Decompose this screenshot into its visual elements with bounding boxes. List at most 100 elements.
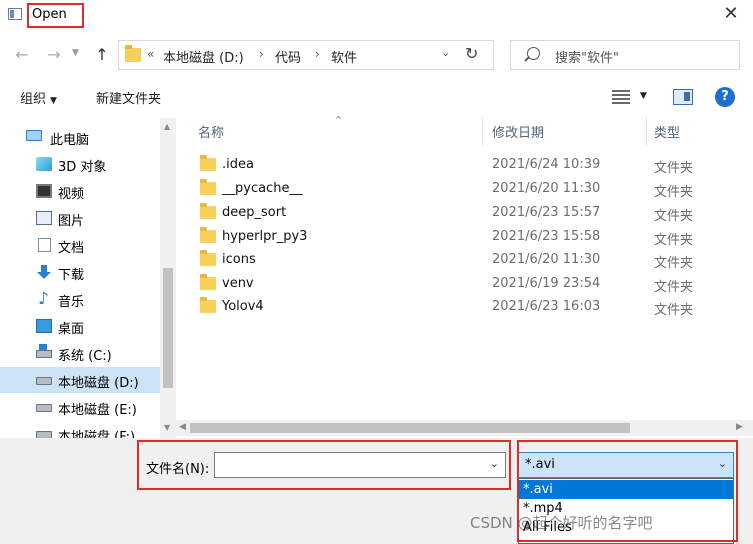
file-type: 文件夹 [654,233,694,248]
search-box[interactable]: 搜索"软件" [510,40,740,70]
back-button[interactable]: ← [12,44,32,66]
documents-icon [38,238,51,252]
filename-input[interactable]: ⌄ [214,452,506,478]
sidebar-item-pictures[interactable]: 图片 [0,205,160,231]
scroll-right-icon[interactable]: ▶ [736,422,743,432]
scroll-left-icon[interactable]: ◀ [179,422,186,432]
sidebar-item-drive-d[interactable]: 本地磁盘 (D:) [0,367,160,393]
column-divider[interactable] [646,116,647,146]
file-row[interactable]: venv 2021/6/19 23:54 文件夹 [186,272,753,296]
sidebar-item-label: 系统 (C:) [58,349,112,364]
window-app-icon [8,8,22,20]
sidebar-scroll-thumb[interactable] [163,268,173,388]
column-header-type[interactable]: 类型 [654,122,680,141]
sidebar-item-label: 图片 [58,214,85,229]
close-button[interactable]: ✕ [719,4,743,26]
file-list[interactable]: ⌃ 名称 修改日期 类型 .idea 2021/6/24 10:39 文件夹 _… [186,114,753,416]
file-date: 2021/6/23 16:03 [492,299,601,314]
scroll-up-icon[interactable]: ▲ [164,122,170,131]
sidebar-scrollbar[interactable]: ▲ ▼ [160,118,176,440]
file-name: hyperlpr_py3 [222,229,308,244]
sidebar-item-drive-c[interactable]: 系统 (C:) [0,340,160,366]
filetype-selected-value: *.avi [525,457,555,472]
preview-pane-icon[interactable] [673,89,693,105]
forward-button[interactable]: → [44,44,64,66]
download-icon [36,265,52,279]
sidebar-item-desktop[interactable]: 桌面 [0,313,160,339]
file-type: 文件夹 [654,185,694,200]
breadcrumb-separator[interactable]: › [259,47,264,61]
file-date: 2021/6/24 10:39 [492,157,601,172]
filetype-option-avi[interactable]: *.avi [519,480,733,499]
sidebar-item-3d-objects[interactable]: 3D 对象 [0,151,160,177]
filetype-dropdown-icon[interactable]: ⌄ [718,457,727,470]
search-placeholder: 搜索"软件" [555,51,619,66]
title-bar: Open ✕ [0,0,753,30]
organize-label: 组织 [20,92,47,107]
file-name: Yolov4 [222,299,264,314]
filename-dropdown-icon[interactable]: ⌄ [490,457,499,470]
column-header-name[interactable]: 名称 [198,122,224,141]
sidebar-item-videos[interactable]: 视频 [0,178,160,204]
file-date: 2021/6/20 11:30 [492,181,601,196]
file-type: 文件夹 [654,280,694,295]
file-type: 文件夹 [654,161,694,176]
file-name: icons [222,252,256,267]
address-bar[interactable]: « 本地磁盘 (D:) › 代码 › 软件 ⌄ ↻ [118,40,494,70]
file-list-horizontal-scrollbar[interactable]: ◀ ▶ [176,420,753,436]
organize-button[interactable]: 组织 ▼ [20,88,57,107]
folder-icon [200,155,216,171]
up-arrow-icon: ↑ [95,45,109,64]
column-header-date[interactable]: 修改日期 [492,122,544,141]
breadcrumb-software[interactable]: 软件 [331,47,357,66]
breadcrumb-separator[interactable]: › [315,47,320,61]
music-icon: ♪ [38,289,49,309]
sidebar-item-music[interactable]: ♪ 音乐 [0,286,160,312]
recent-locations-chevron-icon[interactable]: ▼ [72,48,79,58]
sidebar-item-drive-e[interactable]: 本地磁盘 (E:) [0,394,160,420]
file-row[interactable]: __pycache__ 2021/6/20 11:30 文件夹 [186,177,753,201]
window-title: Open [32,7,67,22]
forward-arrow-icon: → [47,45,61,64]
filetype-select[interactable]: *.avi ⌄ [518,452,734,478]
help-icon[interactable]: ? [715,87,735,107]
back-arrow-icon: ← [15,45,29,64]
caret-down-icon: ▼ [50,96,57,106]
sidebar-item-this-pc[interactable]: 此电脑 [0,124,160,150]
view-caret-down-icon[interactable]: ▼ [640,91,647,101]
breadcrumb-drive[interactable]: 本地磁盘 (D:) [163,47,244,66]
navigation-bar: ← → ▼ ↑ « 本地磁盘 (D:) › 代码 › 软件 ⌄ ↻ 搜索"软件" [0,38,753,72]
column-divider[interactable] [482,116,483,146]
file-date: 2021/6/20 11:30 [492,252,601,267]
breadcrumb-code[interactable]: 代码 [275,47,301,66]
file-date: 2021/6/19 23:54 [492,276,601,291]
filetype-dropdown-list[interactable]: *.avi *.mp4 All Files [518,478,734,544]
folder-icon [200,179,216,195]
file-type: 文件夹 [654,256,694,271]
view-options-icon[interactable] [612,90,630,104]
horizontal-scroll-thumb[interactable] [190,423,630,433]
command-toolbar: 组织 ▼ 新建文件夹 ▼ ? [0,82,753,114]
file-type: 文件夹 [654,209,694,224]
file-row[interactable]: hyperlpr_py3 2021/6/23 15:58 文件夹 [186,225,753,249]
file-row[interactable]: .idea 2021/6/24 10:39 文件夹 [186,153,753,177]
breadcrumb-overflow[interactable]: « [147,47,154,61]
new-folder-button[interactable]: 新建文件夹 [96,88,161,107]
scroll-down-icon[interactable]: ▼ [164,423,170,432]
3d-objects-icon [36,157,52,171]
file-row[interactable]: deep_sort 2021/6/23 15:57 文件夹 [186,201,753,225]
file-name: .idea [222,157,254,172]
up-button[interactable]: ↑ [92,44,112,66]
file-date: 2021/6/23 15:57 [492,205,601,220]
navigation-pane[interactable]: 此电脑 3D 对象 视频 图片 文档 下载 ♪ 音乐 桌面 系统 (C:) 本地… [0,118,160,440]
sidebar-item-documents[interactable]: 文档 [0,232,160,258]
sort-ascending-icon: ⌃ [334,114,344,127]
file-row[interactable]: Yolov4 2021/6/23 16:03 文件夹 [186,295,753,319]
drive-icon [36,377,52,385]
video-icon [36,184,52,198]
file-row[interactable]: icons 2021/6/20 11:30 文件夹 [186,248,753,272]
sidebar-item-downloads[interactable]: 下载 [0,259,160,285]
file-date: 2021/6/23 15:58 [492,229,601,244]
refresh-button[interactable]: ↻ [465,44,478,63]
address-dropdown-icon[interactable]: ⌄ [441,46,450,59]
